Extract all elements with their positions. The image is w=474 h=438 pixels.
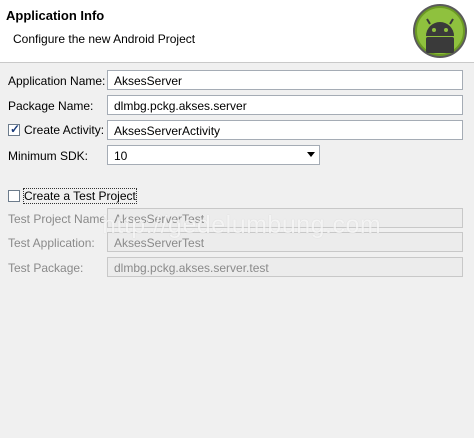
test-project-name-row: Test Project Name: AksesServerTest: [0, 208, 474, 230]
test-package-field: dlmbg.pckg.akses.server.test: [107, 257, 463, 277]
minimum-sdk-select[interactable]: 10: [107, 145, 320, 165]
chevron-down-icon[interactable]: [307, 152, 315, 157]
create-activity-label: Create Activity:: [24, 123, 105, 137]
package-name-field[interactable]: dlmbg.pckg.akses.server: [107, 95, 463, 115]
test-project-name-field: AksesServerTest: [107, 208, 463, 228]
test-project-name-label: Test Project Name:: [8, 212, 110, 226]
page-title: Application Info: [6, 8, 105, 23]
application-name-label: Application Name:: [8, 74, 106, 88]
package-name-row: Package Name: dlmbg.pckg.akses.server: [0, 95, 474, 117]
create-test-project-checkbox[interactable]: [8, 190, 20, 202]
minimum-sdk-value: 10: [114, 149, 128, 163]
create-activity-checkbox[interactable]: ✓: [8, 122, 21, 136]
create-test-project-row: Create a Test Project: [0, 186, 474, 208]
create-test-project-label[interactable]: Create a Test Project: [23, 188, 137, 204]
application-name-row: Application Name: AksesServer: [0, 70, 474, 92]
create-activity-field[interactable]: AksesServerActivity: [107, 120, 463, 140]
test-application-field: AksesServerTest: [107, 232, 463, 252]
wizard-header: Application Info Configure the new Andro…: [0, 0, 474, 63]
page-description: Configure the new Android Project: [13, 32, 196, 46]
package-name-label: Package Name:: [8, 99, 94, 113]
application-name-field[interactable]: AksesServer: [107, 70, 463, 90]
create-activity-row: ✓ Create Activity: AksesServerActivity: [0, 120, 474, 142]
test-package-row: Test Package: dlmbg.pckg.akses.server.te…: [0, 257, 474, 279]
test-application-label: Test Application:: [8, 236, 95, 250]
test-package-label: Test Package:: [8, 261, 84, 275]
android-logo-icon: [413, 4, 467, 58]
minimum-sdk-label: Minimum SDK:: [8, 149, 89, 163]
checkmark-icon: ✓: [10, 122, 21, 136]
test-application-row: Test Application: AksesServerTest: [0, 232, 474, 254]
minimum-sdk-row: Minimum SDK: 10: [0, 145, 474, 167]
